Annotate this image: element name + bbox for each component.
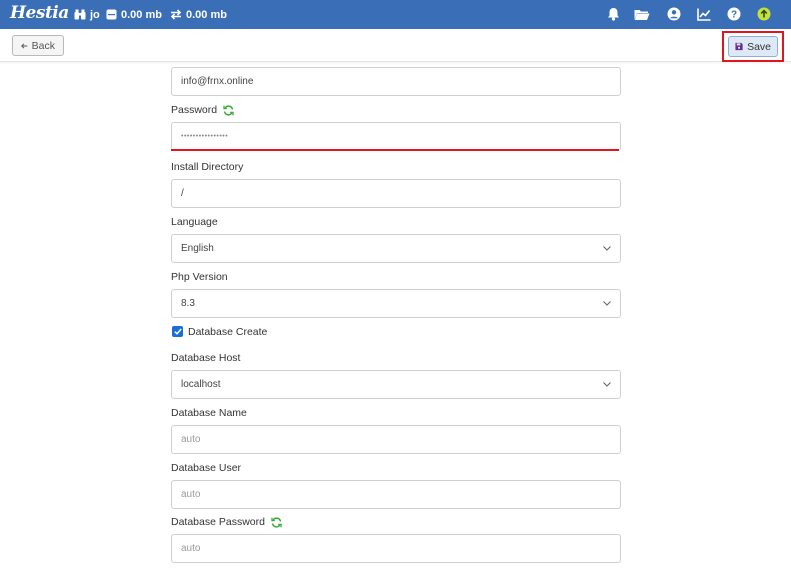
database-password-field[interactable]: auto [171,534,621,563]
chevron-down-icon [603,301,611,306]
database-name-field[interactable]: auto [171,425,621,454]
database-user-label-text: Database User [171,462,242,474]
hestia-logo[interactable]: Hestia [10,3,69,23]
disk-usage-text: 0.00 mb [121,8,162,21]
floppy-disk-icon [735,42,743,51]
database-create-checkbox[interactable] [172,326,183,337]
checkmark-icon [173,328,182,335]
user-circle-icon[interactable] [666,6,682,22]
php-version-value: 8.3 [181,298,195,309]
language-value: English [181,243,214,254]
database-user-field[interactable]: auto [171,480,621,509]
email-field[interactable]: info@frnx.online [171,67,621,96]
database-create-label[interactable]: Database Create [188,326,267,338]
email-value: info@frnx.online [181,76,254,87]
password-label: Password [171,104,234,116]
install-directory-field[interactable]: / [171,179,621,208]
php-version-label: Php Version [171,271,228,283]
user-stat: jo [74,8,100,21]
database-host-select[interactable]: localhost [171,370,621,399]
svg-text:?: ? [731,10,737,21]
chevron-down-icon [603,382,611,387]
folder-icon[interactable] [634,6,650,22]
password-field[interactable]: •••••••••••••••• [171,122,621,151]
database-name-placeholder: auto [181,434,201,445]
database-password-placeholder: auto [181,543,201,554]
php-version-select[interactable]: 8.3 [171,289,621,318]
username-text: jo [90,8,100,21]
back-button[interactable]: Back [12,35,64,56]
database-host-label: Database Host [171,352,240,364]
database-password-label: Database Password [171,516,282,528]
database-user-placeholder: auto [181,489,201,500]
back-button-label: Back [31,39,55,52]
bandwidth-stat: 0.00 mb [170,8,227,21]
database-name-label: Database Name [171,407,247,419]
binoculars-icon [74,9,86,20]
arrow-left-icon [21,42,28,49]
password-highlight-underline [171,149,619,151]
transfer-arrows-icon [170,9,182,20]
install-directory-label-text: Install Directory [171,161,244,173]
save-button-highlight: Save [722,31,784,62]
disk-stat: 0.00 mb [106,8,162,21]
password-value: •••••••••••••••• [181,133,229,140]
update-arrow-icon[interactable] [756,6,772,22]
help-icon[interactable]: ? [726,6,742,22]
bell-icon[interactable] [605,6,621,22]
hard-drive-icon [106,9,117,20]
password-label-text: Password [171,104,218,116]
php-version-label-text: Php Version [171,271,228,283]
save-button[interactable]: Save [728,36,778,57]
toolbar: Back [0,29,791,62]
language-label-text: Language [171,216,218,228]
database-password-label-text: Database Password [171,516,265,528]
stats-chart-icon[interactable] [696,6,712,22]
database-name-label-text: Database Name [171,407,247,419]
save-button-label: Save [747,40,771,53]
language-label: Language [171,216,218,228]
install-directory-value: / [181,188,184,199]
generate-db-password-icon[interactable] [271,517,282,528]
generate-password-icon[interactable] [223,105,234,116]
database-host-value: localhost [181,379,221,390]
database-user-label: Database User [171,462,241,474]
install-directory-label: Install Directory [171,161,243,173]
language-select[interactable]: English [171,234,621,263]
bandwidth-usage-text: 0.00 mb [186,8,227,21]
top-bar: Hestia jo 0.00 mb 0.00 mb ? [0,0,791,29]
chevron-down-icon [603,246,611,251]
database-host-label-text: Database Host [171,352,241,364]
